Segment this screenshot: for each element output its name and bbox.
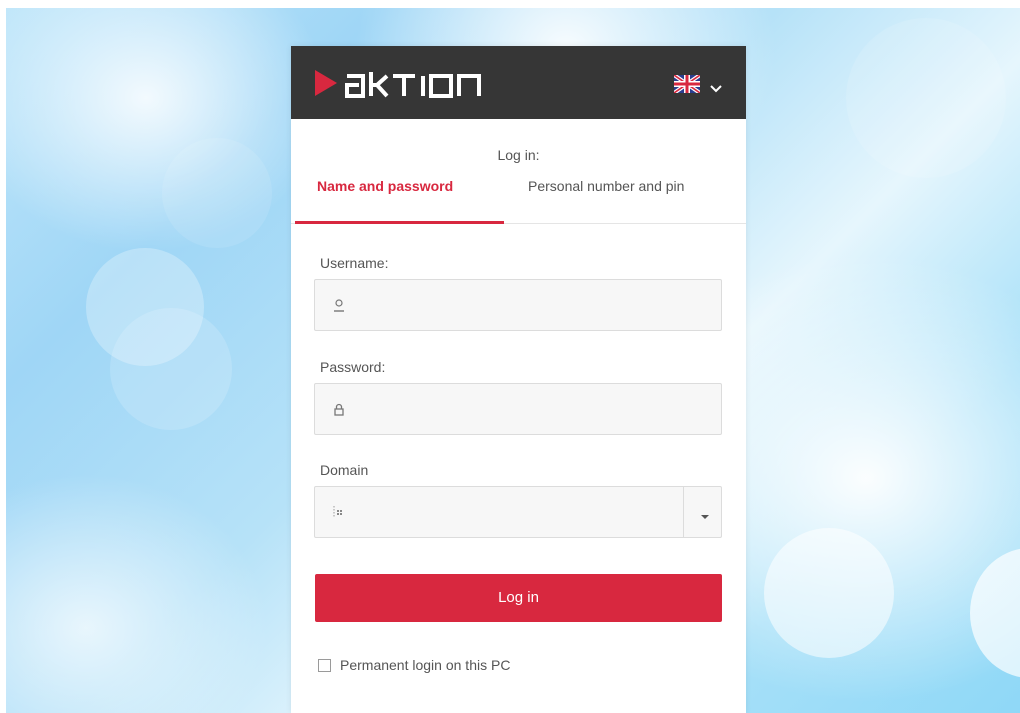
bokeh-circle — [764, 528, 894, 658]
user-icon — [332, 298, 346, 312]
username-field[interactable] — [314, 279, 722, 332]
domain-input[interactable] — [359, 487, 703, 539]
caret-down-icon[interactable] — [700, 508, 710, 519]
permanent-login-label: Permanent login on this PC — [340, 657, 511, 673]
active-tab-indicator — [295, 221, 504, 224]
bokeh-circle — [162, 138, 272, 248]
domain-select[interactable] — [314, 486, 722, 539]
login-method-tabs: Name and password Personal number and pi… — [291, 171, 746, 224]
domain-label: Domain — [320, 462, 369, 478]
password-label: Password: — [320, 359, 386, 375]
tab-personal-number-and-pin[interactable]: Personal number and pin — [528, 171, 684, 221]
bokeh-circle — [970, 548, 1020, 678]
username-label: Username: — [320, 255, 389, 271]
bokeh-circle — [846, 18, 1006, 178]
permanent-login-checkbox[interactable] — [318, 658, 331, 672]
domain-icon — [332, 505, 346, 519]
language-selector[interactable] — [672, 71, 722, 97]
chevron-down-icon — [710, 80, 722, 93]
login-heading: Log in: — [497, 147, 540, 163]
uk-flag-icon — [672, 73, 702, 95]
lock-icon — [332, 402, 346, 416]
permanent-login-row: Permanent login on this PC — [318, 655, 510, 675]
login-card: Log in: Name and password Personal numbe… — [291, 46, 746, 713]
tab-name-and-password[interactable]: Name and password — [317, 171, 453, 221]
aktion-logo — [315, 66, 495, 100]
select-divider — [683, 487, 684, 537]
password-field[interactable] — [314, 383, 722, 436]
login-button[interactable]: Log in — [315, 574, 722, 622]
username-input[interactable] — [359, 280, 703, 332]
password-input[interactable] — [359, 384, 703, 436]
bokeh-circle — [110, 308, 232, 430]
header — [291, 46, 746, 119]
